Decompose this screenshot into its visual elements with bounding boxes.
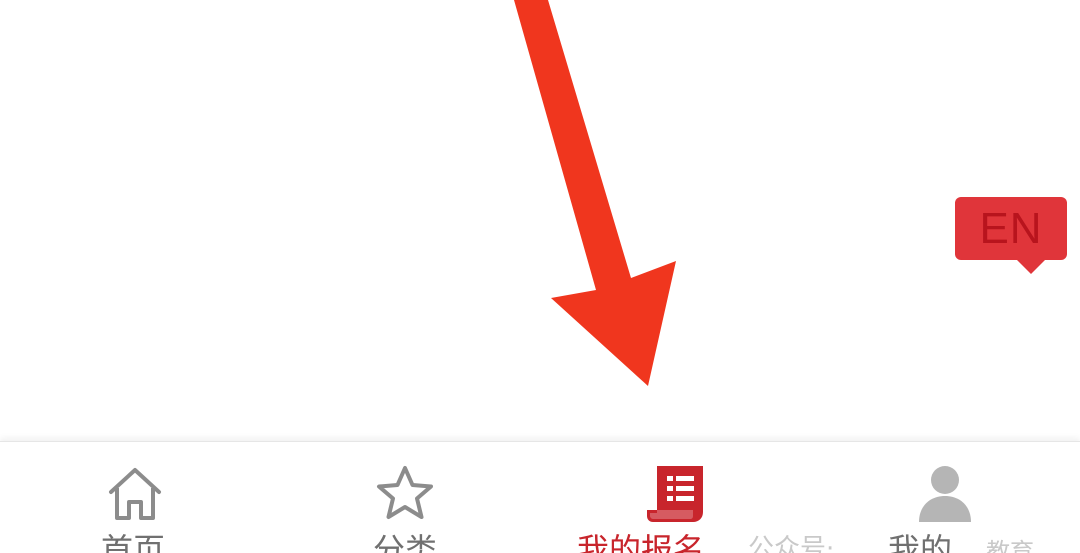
- language-label: EN: [979, 203, 1043, 253]
- bottom-tab-bar: 首页 分类 我的报名 我的: [0, 441, 1080, 553]
- app-screen: EN 首页 分类 我的报名 我的 公众号· 教育: [0, 0, 1080, 553]
- tab-category[interactable]: 分类: [270, 442, 540, 553]
- tab-my-registration-label: 我的报名: [576, 531, 705, 553]
- language-toggle-button[interactable]: EN: [955, 197, 1067, 274]
- tab-category-label: 分类: [372, 531, 437, 553]
- tab-home[interactable]: 首页: [0, 442, 270, 553]
- home-icon: [103, 462, 167, 526]
- tab-home-label: 首页: [100, 531, 165, 553]
- watermark-text-right: 教育: [986, 538, 1034, 553]
- watermark-text: 公众号·: [748, 534, 835, 553]
- document-list-icon: [643, 462, 707, 526]
- person-icon: [913, 462, 977, 526]
- star-icon: [373, 462, 437, 526]
- tab-profile[interactable]: 我的: [810, 442, 1080, 553]
